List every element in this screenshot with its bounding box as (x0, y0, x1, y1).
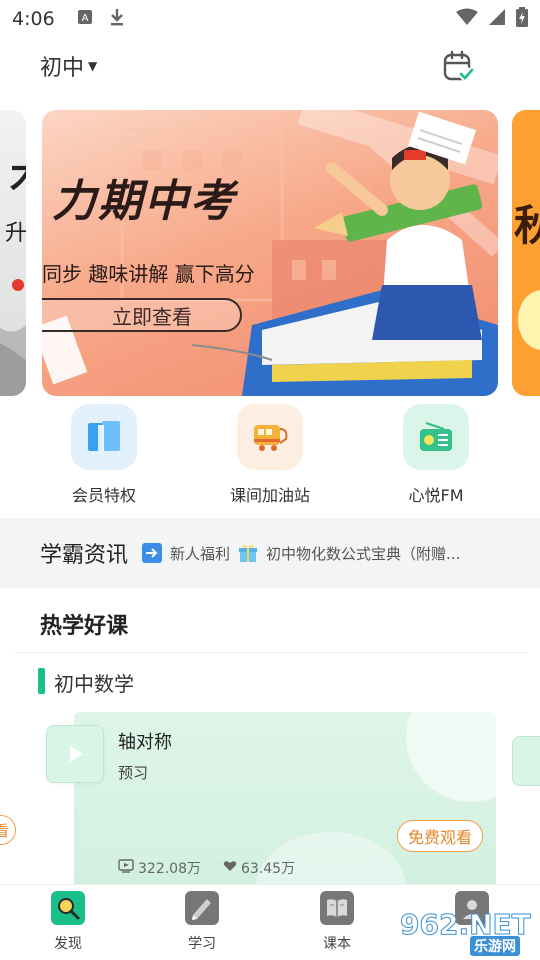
watermark-subtext: 乐游网 (470, 936, 520, 956)
status-notification-icons: A (77, 8, 125, 30)
nav-discover[interactable]: 发现 (28, 891, 108, 953)
radio-icon (403, 404, 469, 470)
nav-label: 课本 (323, 936, 351, 952)
free-watch-button[interactable]: 免费观看 (397, 820, 483, 852)
banner-view-button[interactable]: 立即查看 (42, 298, 242, 332)
nav-label: 发现 (54, 936, 82, 952)
arrow-right-icon (142, 543, 163, 563)
entry-vip-privileges[interactable]: 会员特权 (36, 404, 172, 506)
svg-text:A: A (81, 13, 88, 24)
status-system-icons (456, 7, 528, 31)
gift-icon (238, 543, 258, 563)
banner-carousel[interactable]: 木 升 (0, 110, 540, 396)
hot-courses-title: 热学好课 (40, 614, 129, 639)
wifi-icon (456, 8, 478, 30)
entry-xinyue-fm[interactable]: 心悦FM (368, 404, 504, 506)
views-icon (118, 859, 134, 877)
textbook-icon (320, 891, 354, 925)
top-header: 初中 ▼ (0, 44, 540, 90)
entry-label: 课间加油站 (229, 486, 310, 505)
quick-entry-row: 会员特权 课间加油站 心悦FM (0, 404, 540, 510)
nav-label: 学习 (188, 936, 216, 952)
news-ticker-item-2: 初中物化数公式宝典（附赠... (266, 544, 461, 563)
likes-count: 63.45万 (241, 861, 296, 877)
discover-icon (51, 891, 85, 925)
study-icon (185, 891, 219, 925)
prev-card-watch-button[interactable]: 看 (0, 815, 16, 845)
subject-marker (38, 668, 45, 694)
heart-icon (223, 860, 237, 876)
banner-subtitle: 同步 趣味讲解 赢下高分 (42, 262, 255, 286)
entry-label: 会员特权 (71, 486, 136, 505)
battery-icon (516, 7, 528, 31)
caret-down-icon: ▼ (88, 59, 98, 73)
course-tag: 预习 (118, 764, 149, 782)
status-time: 4:06 (12, 8, 55, 30)
card-decoration (406, 712, 496, 802)
calendar-checkin-icon[interactable] (442, 50, 474, 86)
download-icon (109, 8, 125, 30)
course-stats: 322.08万 63.45万 (118, 858, 295, 878)
site-watermark-logo: 962.NET 乐游网 (400, 908, 536, 956)
book-icon (71, 404, 137, 470)
svg-text:升: 升 (5, 221, 26, 246)
play-icon[interactable] (46, 725, 104, 783)
banner-title: 力期中考 (52, 176, 236, 227)
bus-icon (237, 404, 303, 470)
news-ticker-item-1: 新人福利 (170, 544, 231, 563)
news-bar[interactable]: 学霸资讯 新人福利 初中物化数公式宝典（附赠... (0, 518, 540, 588)
entry-label: 心悦FM (408, 486, 464, 505)
banner-prev-peek[interactable]: 木 升 (0, 110, 26, 396)
views-count: 322.08万 (138, 861, 201, 877)
svg-text:木: 木 (10, 153, 26, 200)
course-name: 轴对称 (118, 732, 172, 753)
grade-label: 初中 (40, 56, 85, 81)
nav-textbook[interactable]: 课本 (297, 891, 377, 953)
nav-study[interactable]: 学习 (162, 891, 242, 953)
keyboard-notification-icon: A (77, 9, 93, 29)
banner-main-slide[interactable]: 力期中考 同步 趣味讲解 赢下高分 立即查看 (42, 110, 498, 396)
section-divider (14, 652, 526, 653)
news-title: 学霸资讯 (40, 543, 129, 568)
status-bar: 4:06 A (0, 0, 540, 38)
news-ticker[interactable]: 新人福利 初中物化数公式宝典（附赠... (142, 543, 492, 564)
grade-selector[interactable]: 初中 ▼ (40, 50, 97, 82)
svg-text:秋: 秋 (514, 201, 540, 250)
signal-icon (488, 8, 506, 30)
next-course-card-peek[interactable] (512, 736, 540, 786)
entry-recess-station[interactable]: 课间加油站 (202, 404, 338, 506)
subject-title: 初中数学 (54, 672, 134, 696)
banner-next-peek[interactable]: 秋 (512, 110, 540, 396)
